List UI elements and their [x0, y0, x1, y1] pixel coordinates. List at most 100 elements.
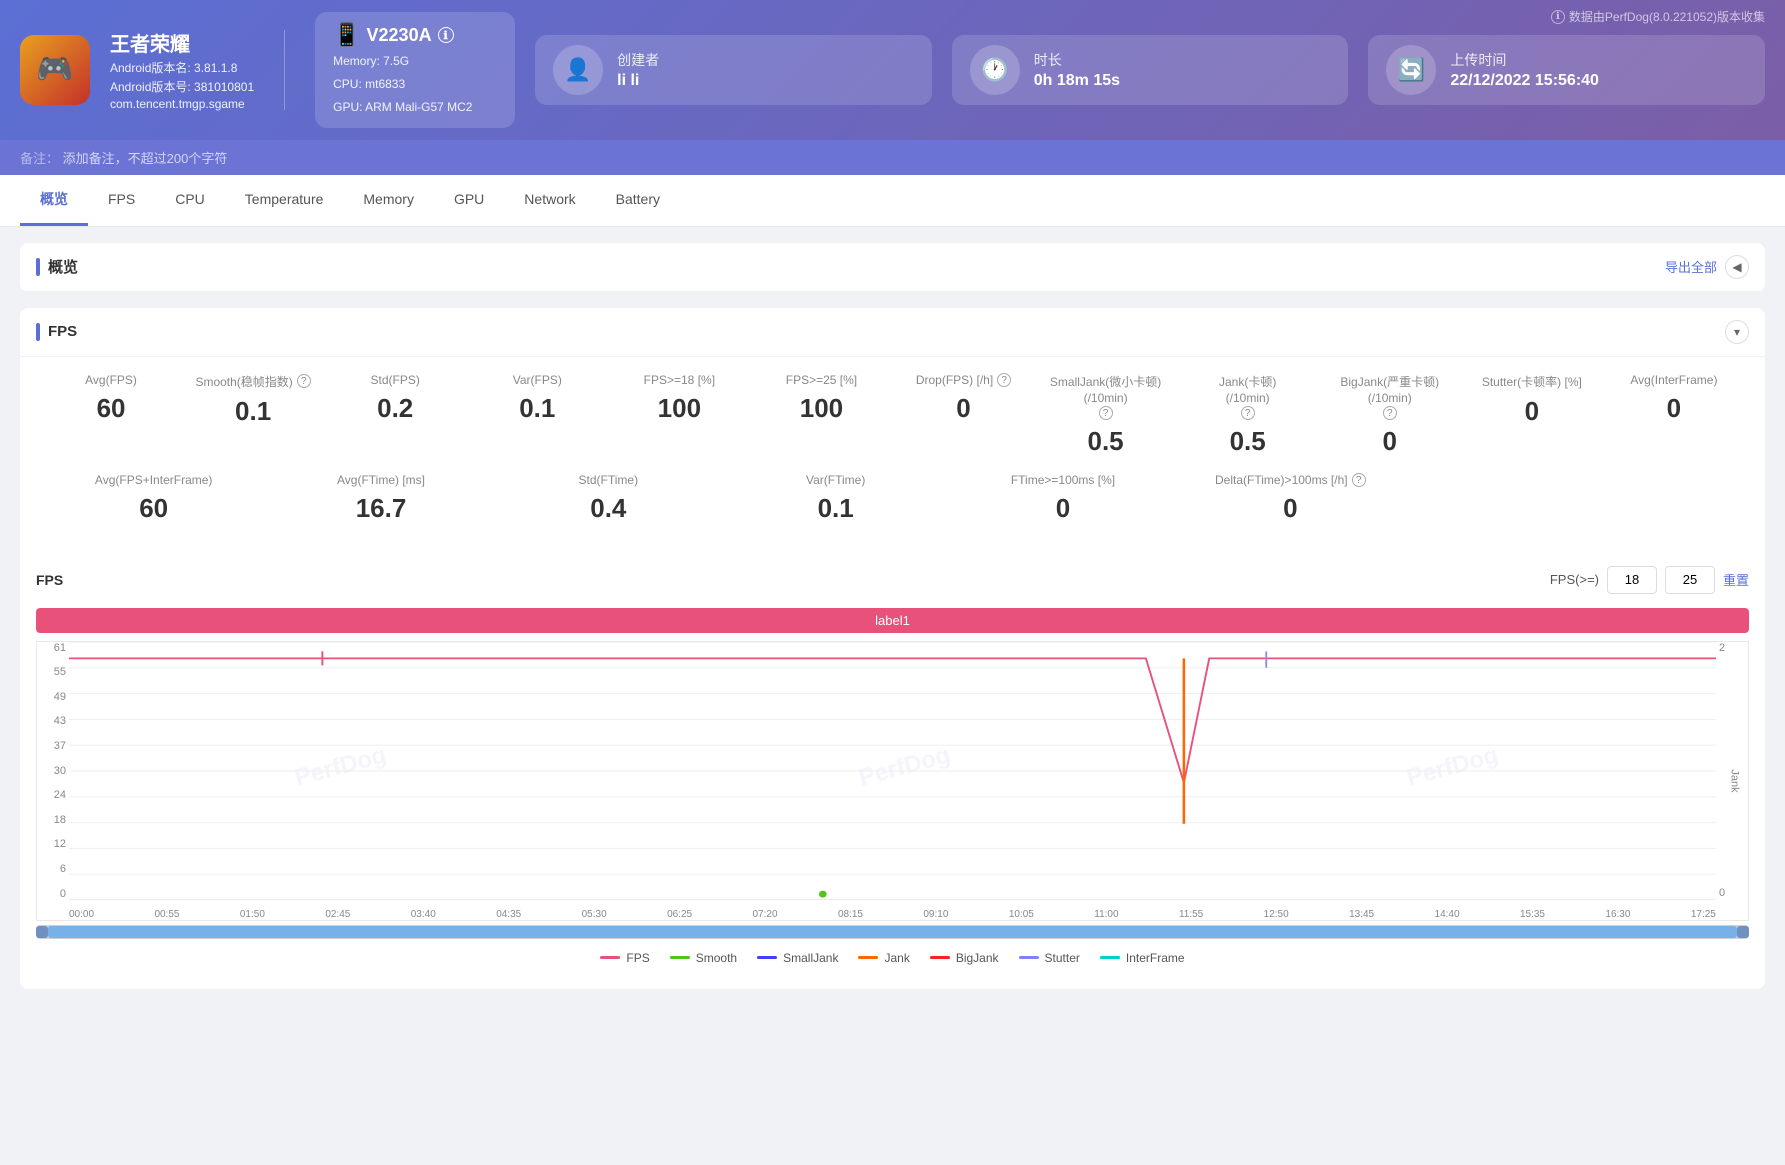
nav-item-temperature[interactable]: Temperature	[225, 177, 344, 224]
fps-stats-grid-row2: Avg(FPS+InterFrame) 60 Avg(FTime) [ms] 1…	[40, 473, 1404, 524]
stat-ftime100: FTime>=100ms [%] 0	[949, 473, 1176, 524]
fps-chart[interactable]: PerfDog PerfDog PerfDog 61 55 49 43 37 3…	[36, 641, 1749, 921]
legend-smalljank-dot	[757, 956, 777, 959]
delta-ftime-help-icon[interactable]: ?	[1352, 473, 1366, 487]
fps-chart-section: FPS FPS(>=) 重置 label1 PerfDog PerfDog Pe…	[20, 556, 1765, 989]
package-name: com.tencent.tmgp.sgame	[110, 97, 254, 111]
legend-jank-label: Jank	[884, 951, 909, 965]
x-axis: 00:00 00:55 01:50 02:45 03:40 04:35 05:3…	[69, 909, 1716, 920]
creator-stat: 👤 创建者 li li	[535, 35, 932, 105]
stat-fps25: FPS>=25 [%] 100	[750, 373, 892, 424]
jank-help-icon[interactable]: ?	[1241, 406, 1255, 420]
label-bar[interactable]: label1	[36, 608, 1749, 633]
legend-fps-label: FPS	[626, 951, 649, 965]
y-axis-left: 61 55 49 43 37 30 24 18 12 6 0	[37, 642, 69, 900]
fps-chart-legend: FPS Smooth SmallJank Jank BigJank	[36, 943, 1749, 973]
legend-interframe-dot	[1100, 956, 1120, 959]
fps-chart-svg	[69, 642, 1716, 900]
duration-stat: 🕐 时长 0h 18m 15s	[952, 35, 1349, 105]
nav-item-gpu[interactable]: GPU	[434, 177, 504, 224]
stat-drop-fps: Drop(FPS) [/h] ? 0	[892, 373, 1034, 424]
upload-icon: 🔄	[1386, 45, 1436, 95]
stat-jank: Jank(卡顿)(/10min) ? 0.5	[1177, 373, 1319, 457]
bigjank-help-icon[interactable]: ?	[1383, 406, 1397, 420]
nav-item-network[interactable]: Network	[504, 177, 595, 224]
nav-item-memory[interactable]: Memory	[343, 177, 434, 224]
reset-button[interactable]: 重置	[1723, 570, 1749, 589]
fps-input-18[interactable]	[1607, 566, 1657, 594]
device-gpu: GPU: ARM Mali-G57 MC2	[333, 98, 497, 117]
fps-collapse-button[interactable]: ▾	[1725, 320, 1749, 344]
creator-icon: 👤	[553, 45, 603, 95]
nav-item-overview[interactable]: 概览	[20, 175, 88, 226]
duration-icon: 🕐	[970, 45, 1020, 95]
y-axis-right: 2 0	[1716, 642, 1748, 900]
stat-delta-ftime: Delta(FTime)>100ms [/h] ? 0	[1177, 473, 1404, 524]
note-label: 备注：	[20, 151, 59, 166]
chart-plot-area: 61 55 49 43 37 30 24 18 12 6 0	[37, 642, 1748, 920]
legend-smooth-dot	[670, 956, 690, 959]
nav-item-battery[interactable]: Battery	[596, 177, 680, 224]
legend-smooth: Smooth	[670, 951, 737, 965]
creator-text: 创建者 li li	[617, 50, 659, 90]
stat-smalljank: SmallJank(微小卡顿)(/10min) ? 0.5	[1035, 373, 1177, 457]
scrollbar-thumb[interactable]	[48, 926, 1737, 938]
chart-inner: 61 55 49 43 37 30 24 18 12 6 0	[37, 642, 1748, 920]
smooth-help-icon[interactable]: ?	[297, 374, 311, 388]
stat-bigjank: BigJank(严重卡顿)(/10min) ? 0	[1319, 373, 1461, 457]
legend-smooth-label: Smooth	[696, 951, 737, 965]
app-info: 王者荣耀 Android版本名: 3.81.1.8 Android版本号: 38…	[110, 28, 254, 111]
label-bar-container: label1	[36, 604, 1749, 641]
upload-text: 上传时间 22/12/2022 15:56:40	[1450, 50, 1599, 90]
fps-stats-row1: Avg(FPS) 60 Smooth(稳帧指数) ? 0.1 Std(FPS) …	[20, 357, 1765, 556]
legend-smalljank-label: SmallJank	[783, 951, 838, 965]
legend-fps: FPS	[600, 951, 649, 965]
stat-std-ftime: Std(FTime) 0.4	[495, 473, 722, 524]
fps-chart-header: FPS FPS(>=) 重置	[36, 556, 1749, 604]
stat-var-fps: Var(FPS) 0.1	[466, 373, 608, 424]
scrollbar-right-handle[interactable]	[1737, 926, 1749, 938]
fps-actions: ▾	[1725, 320, 1749, 344]
fps-chart-title: FPS	[36, 572, 63, 588]
smalljank-help-icon[interactable]: ?	[1099, 406, 1113, 420]
overview-collapse-button[interactable]: ◀	[1725, 255, 1749, 279]
device-cpu: CPU: mt6833	[333, 75, 497, 94]
device-model: 📱 V2230A ℹ	[333, 22, 497, 48]
legend-bigjank: BigJank	[930, 951, 999, 965]
stat-fps18: FPS>=18 [%] 100	[608, 373, 750, 424]
note-bar: 备注： 添加备注，不超过200个字符	[0, 140, 1785, 175]
info-circle-icon: ℹ	[1551, 10, 1565, 24]
legend-bigjank-dot	[930, 956, 950, 959]
nav: 概览 FPS CPU Temperature Memory GPU Networ…	[0, 175, 1785, 227]
overview-header: 概览 导出全部 ◀	[20, 243, 1765, 292]
legend-stutter-dot	[1019, 956, 1039, 959]
chart-scrollbar[interactable]	[36, 925, 1749, 939]
overview-title: 概览	[36, 256, 78, 277]
fps-input-25[interactable]	[1665, 566, 1715, 594]
app-icon: 🎮	[20, 35, 90, 105]
legend-jank-dot	[858, 956, 878, 959]
overview-section: 概览 导出全部 ◀	[20, 243, 1765, 292]
divider	[284, 30, 285, 110]
drop-help-icon[interactable]: ?	[997, 373, 1011, 387]
fps-header: FPS ▾	[20, 308, 1765, 357]
nav-item-fps[interactable]: FPS	[88, 177, 155, 224]
note-placeholder[interactable]: 添加备注，不超过200个字符	[63, 151, 228, 166]
device-info-icon[interactable]: ℹ	[438, 27, 454, 43]
nav-item-cpu[interactable]: CPU	[155, 177, 225, 224]
fps-title: FPS	[36, 323, 77, 341]
overview-actions: 导出全部 ◀	[1665, 255, 1749, 279]
fps-section: FPS ▾ Avg(FPS) 60 Smooth(稳帧指数) ? 0.1 Std…	[20, 308, 1765, 989]
fps-stats-grid-row1: Avg(FPS) 60 Smooth(稳帧指数) ? 0.1 Std(FPS) …	[40, 373, 1745, 457]
stat-smooth: Smooth(稳帧指数) ? 0.1	[182, 373, 324, 427]
export-button[interactable]: 导出全部	[1665, 257, 1717, 276]
perfdog-info: ℹ 数据由PerfDog(8.0.221052)版本收集	[1551, 8, 1765, 25]
android-version: Android版本号: 381010801	[110, 78, 254, 95]
stat-avg-fps-interframe: Avg(FPS+InterFrame) 60	[40, 473, 267, 524]
legend-bigjank-label: BigJank	[956, 951, 999, 965]
fps-filter: FPS(>=) 重置	[1550, 566, 1749, 594]
legend-smalljank: SmallJank	[757, 951, 838, 965]
scrollbar-left-handle[interactable]	[36, 926, 48, 938]
legend-interframe-label: InterFrame	[1126, 951, 1185, 965]
android-name: Android版本名: 3.81.1.8	[110, 59, 254, 76]
